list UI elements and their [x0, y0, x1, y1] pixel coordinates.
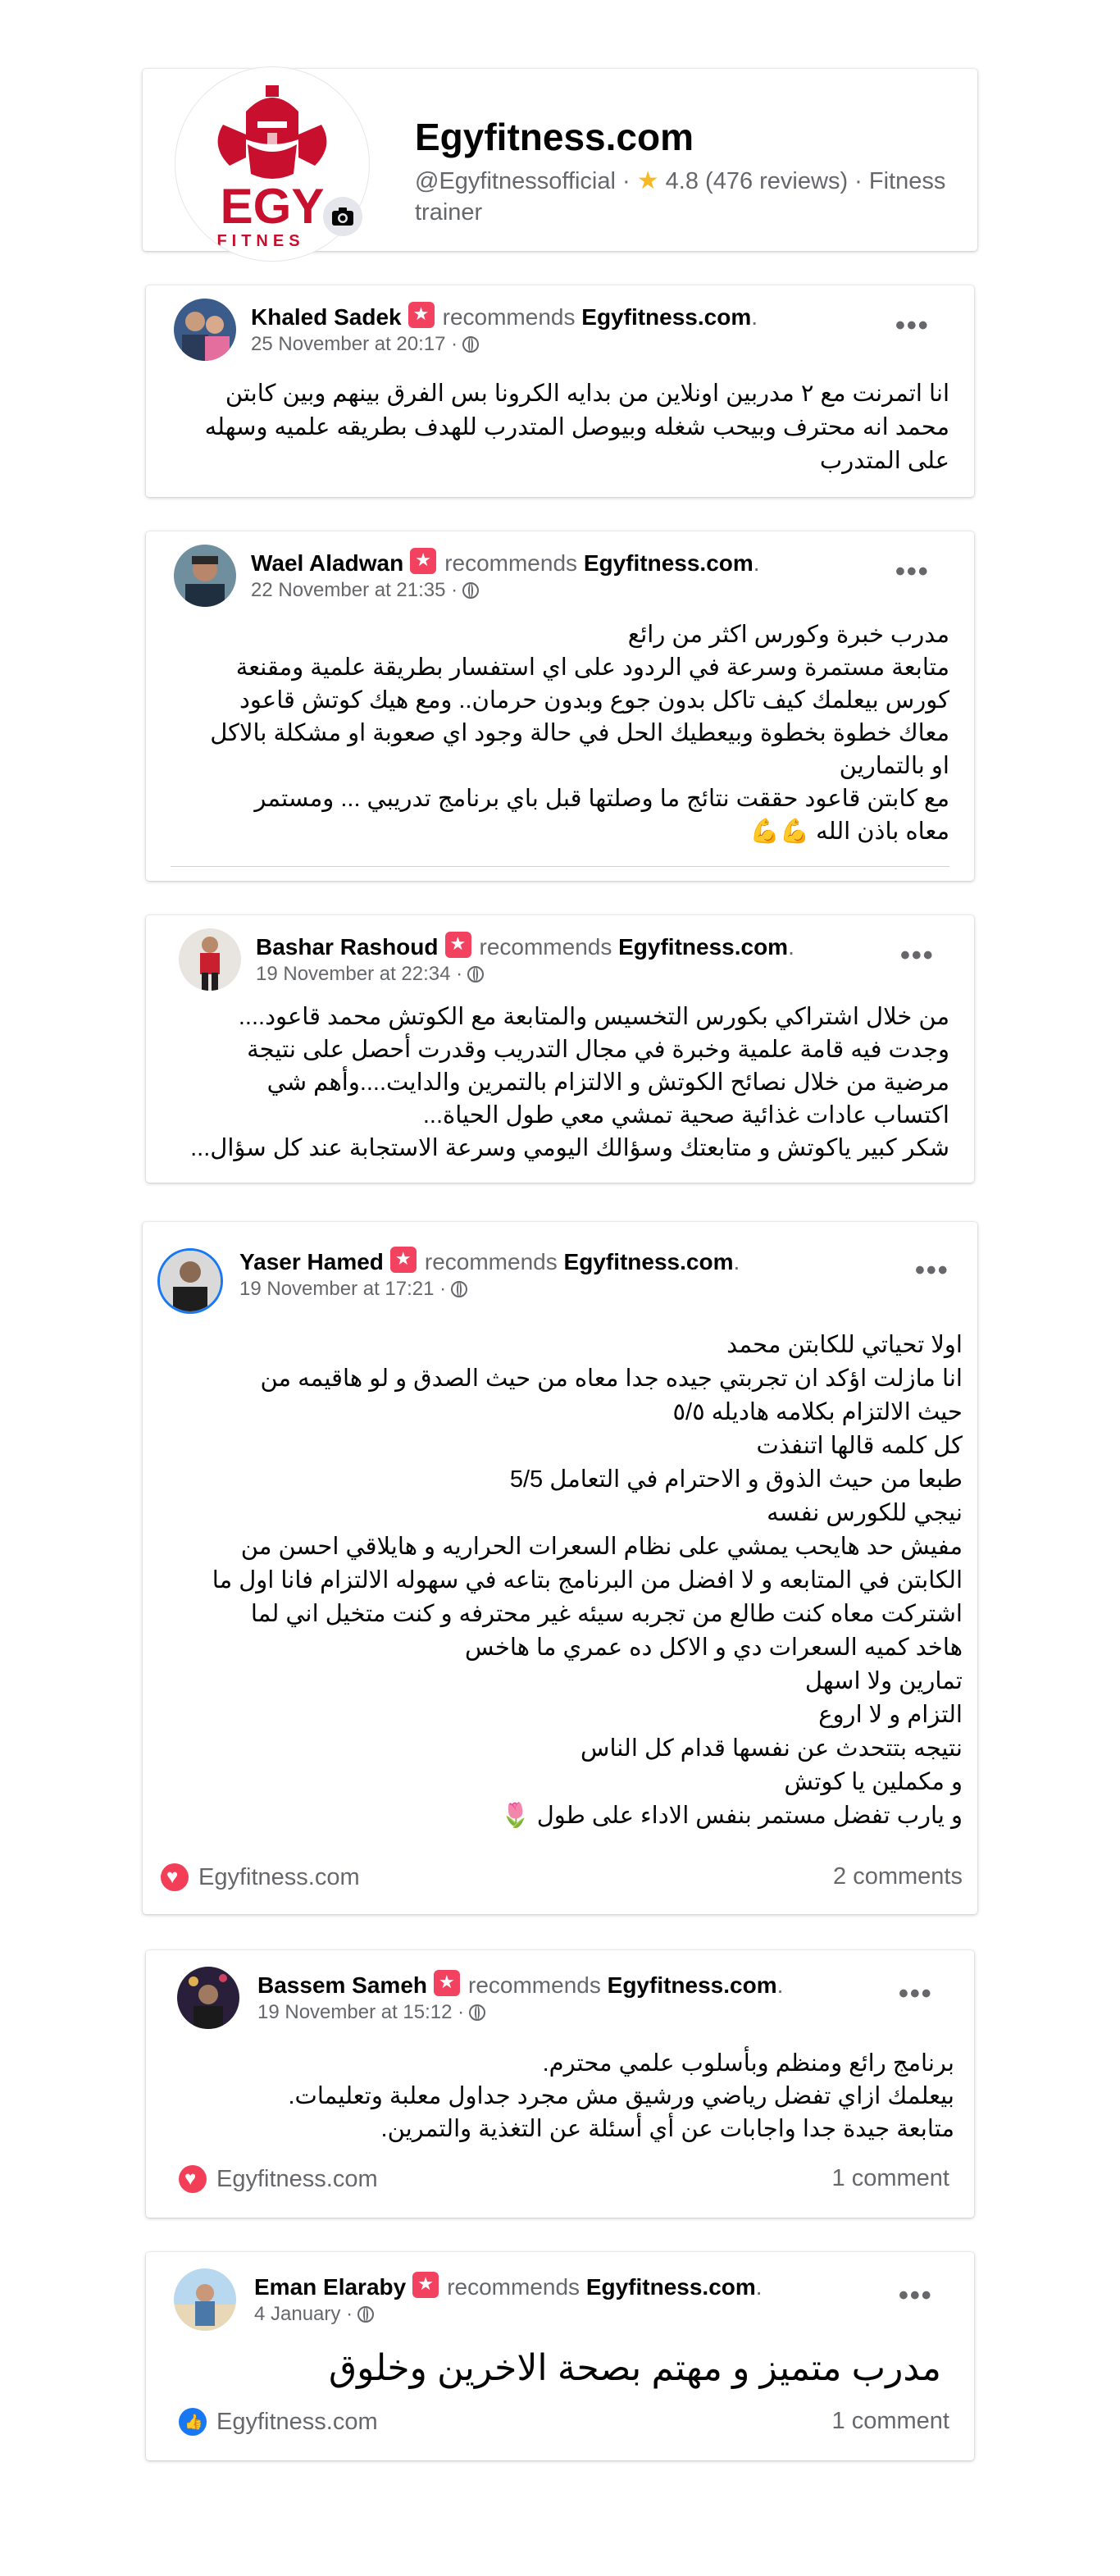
review-date: 4 January ·	[254, 2303, 375, 2326]
review-header: Khaled Sadekrecommends Egyfitness.com.	[251, 302, 758, 331]
recommend-badge-icon	[444, 932, 471, 958]
recommend-badge-icon	[412, 2272, 439, 2298]
review-date: 25 November at 20:17 ·	[251, 333, 480, 356]
review-date: 19 November at 15:12 ·	[257, 2001, 486, 2024]
review-header: Bashar Rashoudrecommends Egyfitness.com.	[256, 932, 794, 960]
review-header: Wael Aladwanrecommends Egyfitness.com.	[251, 548, 760, 577]
page-link[interactable]: Egyfitness.com	[581, 304, 751, 330]
avatar[interactable]	[179, 928, 241, 991]
comments-count[interactable]: 1 comment	[832, 2408, 949, 2435]
globe-icon	[467, 966, 485, 983]
globe-icon	[451, 1281, 468, 1297]
globe-icon	[462, 336, 480, 353]
more-options-icon[interactable]: •••	[915, 1255, 949, 1287]
review-date-text[interactable]: 22 November at 21:35 ·	[251, 579, 458, 601]
camera-icon[interactable]	[323, 197, 362, 236]
review-date: 19 November at 22:34 ·	[256, 963, 485, 986]
reviewer-name[interactable]: Khaled Sadek	[251, 304, 402, 330]
avatar[interactable]	[174, 545, 236, 607]
reactions-page-name: Egyfitness.com	[216, 2166, 378, 2192]
review-date-text[interactable]: 25 November at 20:17 ·	[251, 333, 458, 355]
avatar[interactable]	[177, 1967, 239, 2029]
page-link[interactable]: Egyfitness.com	[586, 2274, 756, 2300]
recommends-label: recommends	[479, 934, 612, 960]
globe-icon	[469, 2004, 486, 2021]
more-options-icon[interactable]: •••	[895, 310, 930, 342]
reactions-page-name: Egyfitness.com	[216, 2409, 378, 2435]
review-date: 19 November at 17:21 ·	[239, 1278, 468, 1301]
review-reactions[interactable]: Egyfitness.com	[161, 1863, 360, 1891]
recommends-label: recommends	[424, 1249, 558, 1274]
reviewer-name[interactable]: Yaser Hamed	[239, 1249, 384, 1274]
globe-icon	[462, 582, 480, 599]
more-options-icon[interactable]: •••	[899, 2280, 933, 2312]
reactions-page-name: Egyfitness.com	[198, 1864, 360, 1890]
review-date-text[interactable]: 19 November at 15:12 ·	[257, 2001, 464, 2023]
review-card: Yaser Hamedrecommends Egyfitness.com. 19…	[143, 1222, 977, 1914]
recommends-label: recommends	[447, 2274, 580, 2300]
page-subtitle: @Egyfitnessofficial · ★ 4.8 (476 reviews…	[415, 167, 946, 226]
page-handle[interactable]: @Egyfitnessofficial	[415, 168, 616, 194]
page-link[interactable]: Egyfitness.com	[618, 934, 788, 960]
reviewer-name[interactable]: Wael Aladwan	[251, 550, 403, 576]
review-text: اولا تحياتي للكابتن محمد انا مازلت اؤكد …	[212, 1332, 963, 1829]
reviewer-name[interactable]: Eman Elaraby	[254, 2274, 406, 2300]
recommend-badge-icon	[389, 1247, 417, 1273]
recommend-badge-icon	[434, 1970, 461, 1996]
recommend-badge-icon	[410, 548, 437, 574]
love-reaction-icon	[179, 2165, 207, 2193]
page-reviews-count[interactable]: (476 reviews)	[705, 168, 848, 194]
logo-text-main: EGY	[221, 179, 325, 234]
review-date-text[interactable]: 19 November at 17:21 ·	[239, 1278, 446, 1300]
review-header: Bassem Samehrecommends Egyfitness.com.	[257, 1970, 783, 1999]
page-link[interactable]: Egyfitness.com	[584, 550, 753, 576]
page-link[interactable]: Egyfitness.com	[564, 1249, 734, 1274]
comments-count[interactable]: 2 comments	[833, 1863, 963, 1890]
more-options-icon[interactable]: •••	[900, 940, 935, 972]
review-card: Bashar Rashoudrecommends Egyfitness.com.…	[146, 915, 974, 1183]
review-date-text[interactable]: 4 January ·	[254, 2303, 353, 2325]
review-reactions[interactable]: Egyfitness.com	[179, 2408, 378, 2436]
reviewer-name[interactable]: Bassem Sameh	[257, 1972, 427, 1998]
recommend-badge-icon	[407, 302, 435, 328]
logo-text-sub: FITNES	[216, 232, 304, 250]
love-reaction-icon	[161, 1863, 189, 1891]
review-text: برنامج رائع ومنظم وبأسلوب علمي محترم. بي…	[288, 2050, 954, 2142]
review-text: من خلال اشتراكي بكورس التخسيس والمتابعة …	[190, 1004, 949, 1161]
avatar[interactable]	[157, 1248, 223, 1314]
review-text: مدرب متميز و مهتم بصحة الاخرين وخلوق	[329, 2348, 941, 2388]
globe-icon	[357, 2306, 375, 2323]
page-title[interactable]: Egyfitness.com	[415, 115, 694, 159]
review-date-text[interactable]: 19 November at 22:34 ·	[256, 963, 462, 985]
review-card: Wael Aladwanrecommends Egyfitness.com. 2…	[146, 531, 974, 881]
review-header: Eman Elarabyrecommends Egyfitness.com.	[254, 2272, 763, 2300]
avatar[interactable]	[174, 2268, 236, 2331]
avatar[interactable]	[174, 299, 236, 361]
page-rating: 4.8	[665, 168, 699, 194]
recommends-label: recommends	[444, 550, 578, 576]
recommends-label: recommends	[468, 1972, 601, 1998]
review-reactions[interactable]: Egyfitness.com	[179, 2165, 378, 2193]
recommends-label: recommends	[442, 304, 576, 330]
more-options-icon[interactable]: •••	[895, 556, 930, 588]
review-card: Khaled Sadekrecommends Egyfitness.com. 2…	[146, 285, 974, 497]
like-reaction-icon	[179, 2408, 207, 2436]
page-link[interactable]: Egyfitness.com	[608, 1972, 777, 1998]
review-text: مدرب خبرة وكورس اكثر من رائع متابعة مستم…	[210, 622, 949, 845]
reviewer-name[interactable]: Bashar Rashoud	[256, 934, 439, 960]
review-header: Yaser Hamedrecommends Egyfitness.com.	[239, 1247, 740, 1275]
review-card: Eman Elarabyrecommends Egyfitness.com. 4…	[146, 2252, 974, 2460]
page-header-card: EGY FITNES Egyfitness.com @Egyfitnessoff…	[143, 67, 977, 261]
review-date: 22 November at 21:35 ·	[251, 579, 480, 602]
footer-divider	[171, 866, 949, 867]
review-card: Bassem Samehrecommends Egyfitness.com. 1…	[146, 1950, 974, 2218]
more-options-icon[interactable]: •••	[899, 1978, 933, 2010]
review-text: انا اتمرنت مع ٢ مدربين اونلاين من بدايه …	[204, 381, 949, 474]
star-icon: ★	[636, 167, 659, 194]
comments-count[interactable]: 1 comment	[832, 2165, 949, 2192]
